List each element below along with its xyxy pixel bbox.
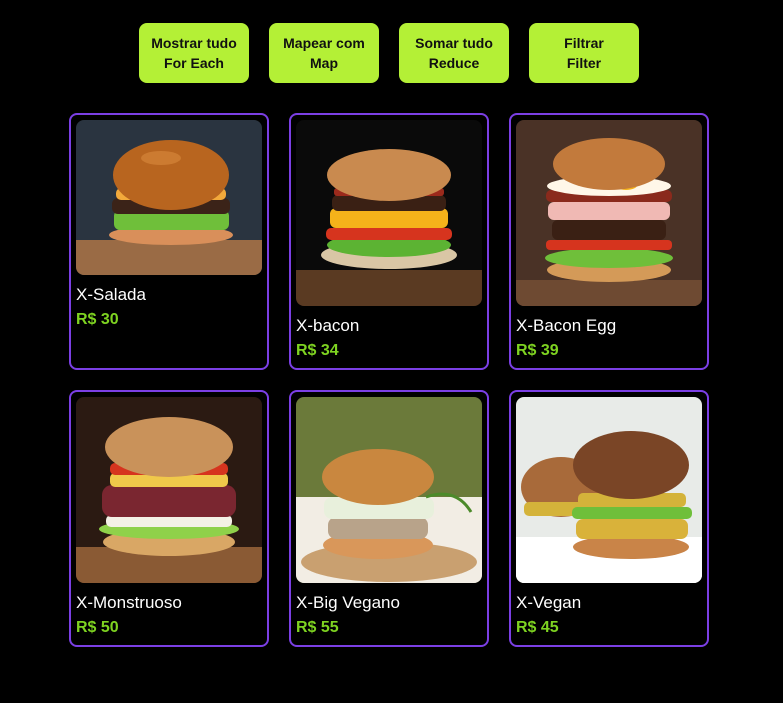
- button-label-line2: Map: [310, 55, 338, 71]
- map-button[interactable]: Mapear com Map: [269, 23, 379, 83]
- burger-big-vegano-photo: [296, 397, 482, 583]
- for-each-button[interactable]: Mostrar tudo For Each: [139, 23, 249, 83]
- product-price: R$ 45: [516, 619, 559, 636]
- product-card-x-bacon-egg: X-Bacon Egg R$ 39: [509, 113, 709, 370]
- burger-salada-photo: [76, 120, 262, 275]
- burger-bacon-photo: [296, 120, 482, 306]
- button-label-line1: Filtrar: [564, 35, 604, 51]
- product-card-x-vegan: X-Vegan R$ 45: [509, 390, 709, 647]
- product-price: R$ 55: [296, 619, 339, 636]
- product-price: R$ 39: [516, 342, 559, 359]
- burger-monstruoso-photo: [76, 397, 262, 583]
- button-label-line1: Mapear com: [283, 35, 365, 51]
- product-name: X-Big Vegano: [296, 593, 400, 612]
- filter-button[interactable]: Filtrar Filter: [529, 23, 639, 83]
- product-name: X-Bacon Egg: [516, 316, 617, 335]
- burger-vegan-photo: [516, 397, 702, 583]
- product-card-x-bacon: X-bacon R$ 34: [289, 113, 489, 370]
- product-price: R$ 50: [76, 619, 119, 636]
- product-price: R$ 30: [76, 311, 119, 328]
- burger-bacon-egg-photo: [516, 120, 702, 306]
- product-card-x-monstruoso: X-Monstruoso R$ 50: [69, 390, 269, 647]
- button-label-line1: Somar tudo: [415, 35, 493, 51]
- reduce-button[interactable]: Somar tudo Reduce: [399, 23, 509, 83]
- product-name: X-Salada: [76, 285, 146, 304]
- button-label-line2: For Each: [164, 55, 224, 71]
- product-card-x-big-vegano: X-Big Vegano R$ 55: [289, 390, 489, 647]
- button-label-line2: Reduce: [428, 55, 480, 71]
- product-name: X-bacon: [296, 316, 360, 335]
- product-name: X-Monstruoso: [76, 593, 182, 612]
- button-label-line1: Mostrar tudo: [151, 35, 237, 51]
- product-price: R$ 34: [296, 342, 339, 359]
- product-card-x-salada: X-Salada R$ 30: [69, 113, 269, 370]
- button-label-line2: Filter: [566, 55, 602, 71]
- product-name: X-Vegan: [516, 593, 582, 612]
